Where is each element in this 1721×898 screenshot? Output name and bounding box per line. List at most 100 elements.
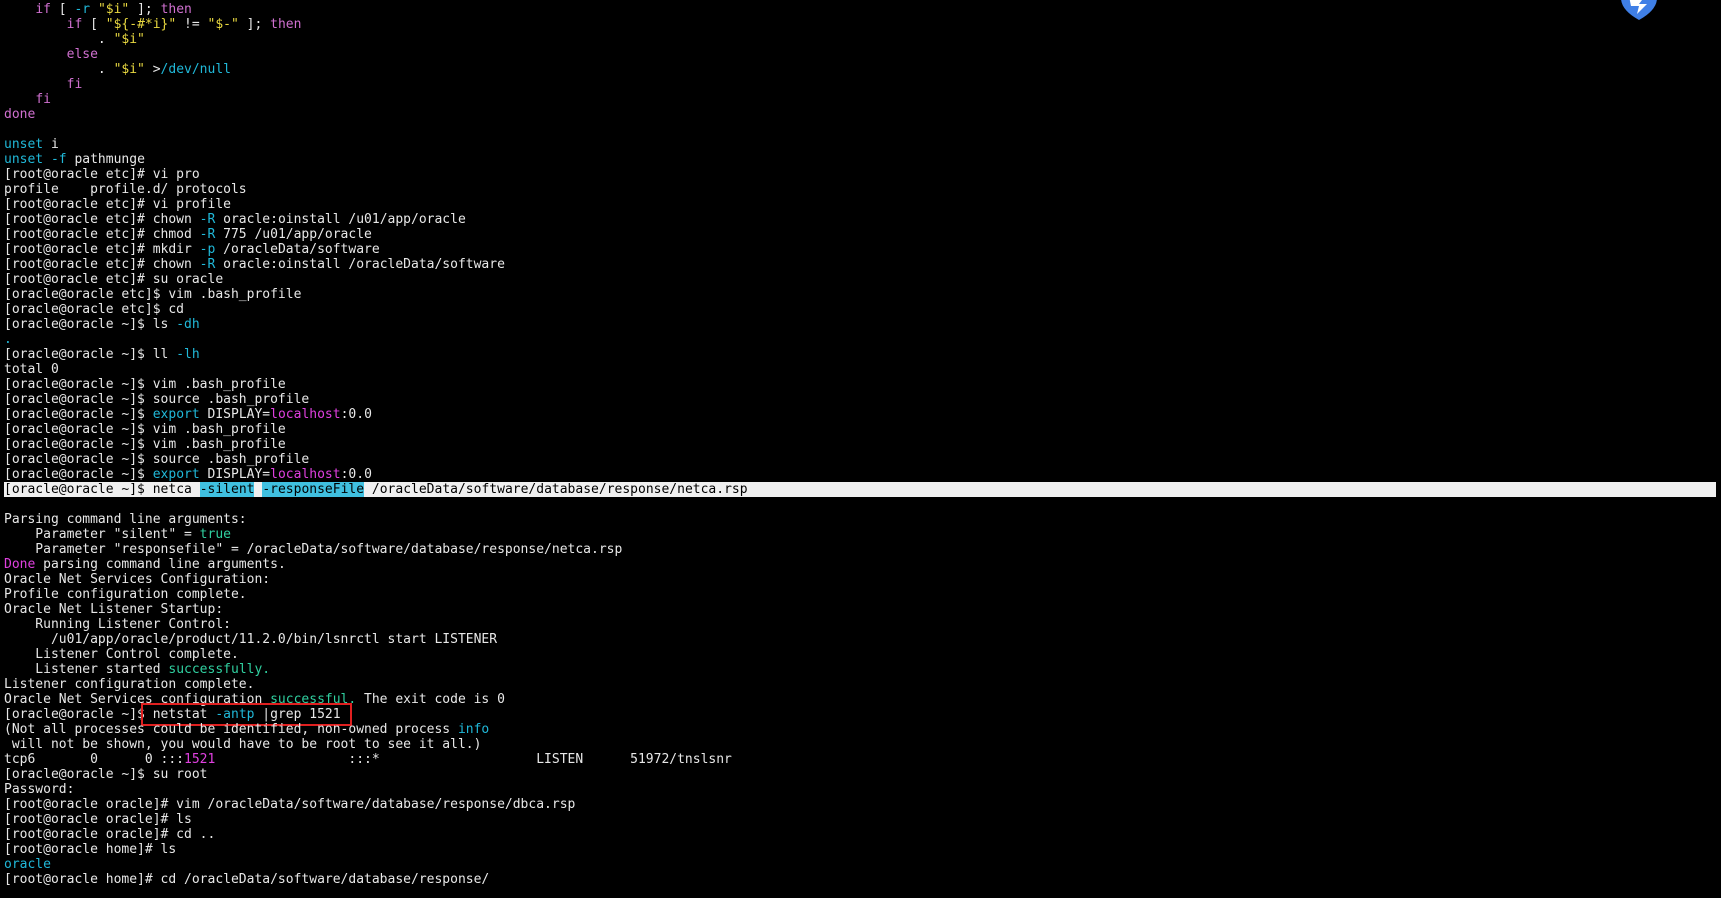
- app-logo-icon[interactable]: [1615, 0, 1663, 22]
- terminal-text: pathmunge: [66, 152, 145, 167]
- terminal-text: |grep 1521: [254, 707, 349, 722]
- terminal-text: done: [4, 107, 36, 122]
- terminal-text: -R: [199, 257, 216, 272]
- terminal-text: >: [144, 62, 161, 77]
- terminal-text: [oracle@oracle ~]$: [4, 707, 145, 722]
- terminal-text: [oracle@oracle ~]$ vim .bash_profile: [4, 437, 286, 452]
- terminal-text: The exit code is 0: [356, 692, 505, 707]
- terminal-text: !=: [176, 17, 208, 32]
- terminal-text: oracle: [4, 857, 51, 872]
- terminal-line: Parameter "silent" = true: [4, 527, 1716, 542]
- terminal-text: :::* LISTEN 51972/tnslsnr: [215, 752, 732, 767]
- terminal-line: Listener started successfully.: [4, 662, 1716, 677]
- terminal-line: unset i: [4, 137, 1716, 152]
- terminal-line: [root@oracle etc]# vi pro: [4, 167, 1716, 182]
- terminal-text: parsing command line arguments.: [35, 557, 286, 572]
- terminal-line: if [ "${-#*i}" != "$-" ]; then: [4, 17, 1716, 32]
- terminal-text: Parsing command line arguments:: [4, 512, 247, 527]
- terminal-text: then: [160, 2, 192, 17]
- terminal-line: [root@oracle home]# ls: [4, 842, 1716, 857]
- terminal-text: if: [35, 2, 51, 17]
- terminal-text: fi: [35, 92, 51, 107]
- terminal-text: localhost: [270, 407, 341, 422]
- terminal-line: [root@oracle etc]# chmod -R 775 /u01/app…: [4, 227, 1716, 242]
- terminal-line: [oracle@oracle etc]$ cd: [4, 302, 1716, 317]
- terminal-text: profile profile.d/ protocols: [4, 182, 247, 197]
- terminal-text: [root@oracle etc]# chown: [4, 212, 200, 227]
- terminal-text: Listener started: [4, 662, 169, 677]
- terminal-text: [oracle@oracle ~]$ ls: [4, 317, 177, 332]
- terminal-line: will not be shown, you would have to be …: [4, 737, 1716, 752]
- terminal-line: tcp6 0 0 :::1521 :::* LISTEN 51972/tnsls…: [4, 752, 1716, 767]
- terminal-text: [oracle@oracle etc]$ cd: [4, 302, 185, 317]
- terminal-text: [oracle@oracle etc]$ vim .bash_profile: [4, 287, 302, 302]
- terminal-line: [root@oracle home]# cd /oracleData/softw…: [4, 872, 1716, 887]
- terminal-line: [root@oracle etc]# chown -R oracle:oinst…: [4, 257, 1716, 272]
- terminal-text: -R: [199, 227, 216, 242]
- terminal-text: Listener Control complete.: [4, 647, 239, 662]
- terminal-text: Profile configuration complete.: [4, 587, 247, 602]
- terminal-line: Running Listener Control:: [4, 617, 1716, 632]
- terminal-text: /u01/app/oracle/product/11.2.0/bin/lsnrc…: [4, 632, 498, 647]
- terminal-text: Oracle Net Services configuration: [4, 692, 271, 707]
- terminal-text: Done: [4, 557, 36, 572]
- terminal-text: -p: [199, 242, 216, 257]
- terminal-text: "$i": [113, 62, 145, 77]
- terminal-line: [oracle@oracle ~]$ ls -dh: [4, 317, 1716, 332]
- terminal-text: [oracle@oracle ~]$ ll: [4, 347, 177, 362]
- terminal-text: -dh: [176, 317, 200, 332]
- terminal-text: -f: [50, 152, 67, 167]
- terminal-text: [root@oracle etc]# su oracle: [4, 272, 224, 287]
- terminal-text: [root@oracle etc]# vi pro: [4, 167, 200, 182]
- terminal-text: -silent: [199, 482, 255, 497]
- terminal-line: [oracle@oracle ~]$ netstat -antp |grep 1…: [4, 703, 1716, 726]
- terminal-line: [root@oracle etc]# chown -R oracle:oinst…: [4, 212, 1716, 227]
- terminal-line: unset -f pathmunge: [4, 152, 1716, 167]
- terminal-text: tcp6 0 0 :::: [4, 752, 185, 767]
- terminal-line: Oracle Net Services configuration succes…: [4, 692, 1716, 707]
- terminal-line: Oracle Net Listener Startup:: [4, 602, 1716, 617]
- terminal-text: "$i": [97, 2, 130, 17]
- terminal-text: [root@oracle etc]# vi profile: [4, 197, 231, 212]
- terminal-text: [oracle@oracle ~]$ source .bash_profile: [4, 452, 310, 467]
- terminal-line: Password:: [4, 782, 1716, 797]
- terminal-text: /dev/null: [160, 62, 231, 77]
- terminal-text: [root@oracle oracle]# cd ..: [4, 827, 216, 842]
- terminal-line: if [ -r "$i" ]; then: [4, 2, 1716, 17]
- terminal-line: [oracle@oracle etc]$ vim .bash_profile: [4, 287, 1716, 302]
- terminal-text: Listener configuration complete.: [4, 677, 255, 692]
- terminal-text: oracle:oinstall /oracleData/software: [215, 257, 505, 272]
- terminal-text: if: [66, 17, 83, 32]
- terminal-text: [root@oracle etc]# mkdir: [4, 242, 200, 257]
- terminal-line: [oracle@oracle ~]$ vim .bash_profile: [4, 422, 1716, 437]
- terminal-text: netstat: [144, 707, 216, 722]
- terminal-output[interactable]: if [ -r "$i" ]; then if [ "${-#*i}" != "…: [4, 2, 1716, 896]
- terminal-line: /u01/app/oracle/product/11.2.0/bin/lsnrc…: [4, 632, 1716, 647]
- terminal-line: [oracle@oracle ~]$ vim .bash_profile: [4, 437, 1716, 452]
- terminal-text: -lh: [176, 347, 200, 362]
- terminal-text: localhost: [270, 467, 341, 482]
- terminal-line: [root@oracle etc]# su oracle: [4, 272, 1716, 287]
- terminal-line: Parameter "responsefile" = /oracleData/s…: [4, 542, 1716, 557]
- terminal-text: true: [199, 527, 231, 542]
- terminal-line: [oracle@oracle ~]$ su root: [4, 767, 1716, 782]
- terminal-text: then: [270, 17, 302, 32]
- terminal-text: will not be shown, you would have to be …: [4, 737, 482, 752]
- terminal-text: ];: [129, 2, 161, 17]
- terminal-text: [: [50, 2, 75, 17]
- terminal-text: :0.0: [340, 407, 372, 422]
- terminal-text: [oracle@oracle ~]$ vim .bash_profile: [4, 377, 286, 392]
- terminal-text: successful.: [270, 692, 357, 707]
- terminal-line: fi: [4, 92, 1716, 107]
- terminal-text: "${-#*i}": [105, 17, 177, 32]
- terminal-line: [oracle@oracle ~]$ export DISPLAY=localh…: [4, 407, 1716, 422]
- terminal-text: [oracle@oracle ~]$ source .bash_profile: [4, 392, 310, 407]
- terminal-text: [oracle@oracle ~]$: [4, 482, 145, 497]
- terminal-line: [oracle@oracle ~]$ ll -lh: [4, 347, 1716, 362]
- terminal-line: .: [4, 332, 1716, 347]
